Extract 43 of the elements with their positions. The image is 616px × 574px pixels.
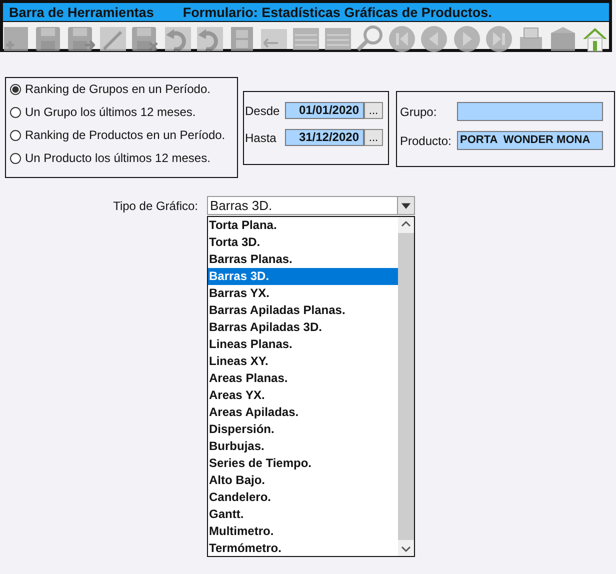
radio-button[interactable]	[10, 152, 21, 164]
dropdown-option[interactable]: Areas YX.	[208, 387, 398, 404]
dropdown-option[interactable]: Barras Apiladas Planas.	[208, 302, 398, 319]
radio-label: Un Producto los últimos 12 meses.	[25, 151, 210, 165]
date-picker-button[interactable]: ...	[364, 102, 383, 119]
dropdown-option[interactable]: Torta 3D.	[208, 234, 398, 251]
dropdown-option[interactable]: Areas Planas.	[208, 370, 398, 387]
chart-type-label: Tipo de Gráfico:	[112, 198, 198, 215]
dropdown-option[interactable]: Burbujas.	[208, 438, 398, 455]
radio-button[interactable]	[10, 84, 21, 94]
radio-label: Ranking de Grupos en un Período.	[25, 82, 210, 96]
radio-button[interactable]	[10, 106, 21, 118]
dropdown-option[interactable]: Barras Apiladas 3D.	[208, 319, 398, 336]
dropdown-option[interactable]: Torta Plana.	[208, 217, 398, 234]
dropdown-option[interactable]: Barras Planas.	[208, 251, 398, 268]
filter-label: Grupo:	[400, 104, 438, 118]
radio-label: Ranking de Productos en un Período.	[25, 128, 226, 142]
form-title: Formulario: Estadísticas Gráficas de Productos.	[182, 4, 492, 20]
dropdown-option[interactable]: Barras YX.	[208, 285, 398, 302]
dropdown-option[interactable]: Gantt.	[208, 506, 398, 523]
date-label: Hasta	[245, 130, 278, 144]
date-picker-button[interactable]: ...	[364, 129, 383, 146]
dropdown-option[interactable]: Multimetro.	[208, 523, 398, 540]
dropdown-option[interactable]: Dispersión.	[208, 421, 398, 438]
date-field[interactable]: 31/12/2020	[285, 129, 364, 146]
dropdown-option[interactable]: Barras 3D.	[208, 268, 398, 285]
filter-label: Producto:	[400, 134, 452, 148]
date-field[interactable]: 01/01/2020	[285, 102, 364, 119]
toolbar-title: Barra de Herramientas	[9, 4, 154, 20]
radio-button[interactable]	[10, 130, 21, 140]
radio-label: Un Grupo los últimos 12 meses.	[25, 105, 196, 119]
dropdown-option[interactable]: Lineas XY.	[208, 353, 398, 370]
filter-field[interactable]	[457, 102, 603, 121]
dropdown-option[interactable]: Lineas Planas.	[208, 336, 398, 353]
dropdown-option[interactable]: Series de Tiempo.	[208, 455, 398, 472]
scrollbar[interactable]	[398, 217, 414, 556]
filter-field[interactable]: PORTA WONDER MONA	[457, 131, 603, 150]
chart-type-dropdown[interactable]: Barras 3D.	[207, 196, 415, 215]
dropdown-option[interactable]: Candelero.	[208, 489, 398, 506]
date-label: Desde	[245, 104, 281, 118]
dropdown-option[interactable]: Alto Bajo.	[208, 472, 398, 489]
dropdown-option[interactable]: Areas Apiladas.	[208, 404, 398, 421]
dropdown-option[interactable]: Termómetro.	[208, 540, 398, 557]
